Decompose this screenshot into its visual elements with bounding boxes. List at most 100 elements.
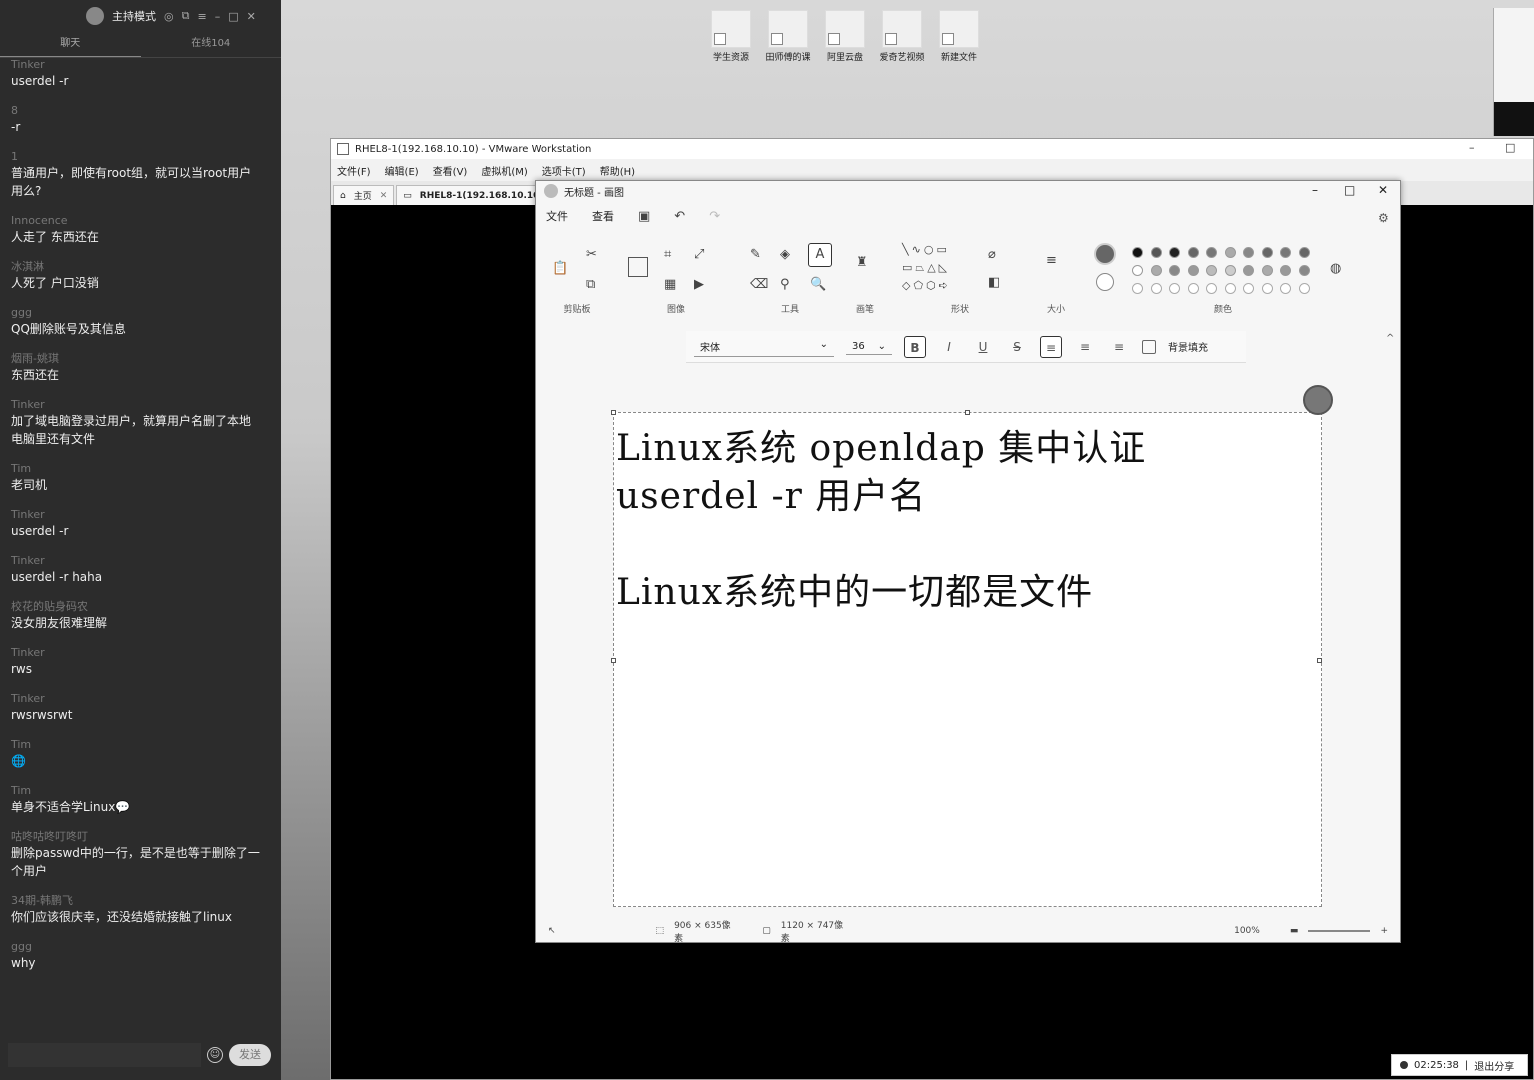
color-swatch[interactable] — [1243, 247, 1254, 258]
rotate-icon[interactable]: ▶ — [694, 277, 704, 292]
redo-icon[interactable]: ↷ — [709, 209, 720, 224]
menu-file[interactable]: 文件 — [546, 208, 568, 224]
color-swatch[interactable] — [1261, 265, 1273, 276]
background-window[interactable] — [1493, 8, 1534, 136]
align-left-icon[interactable]: ≡ — [1040, 335, 1062, 358]
brush-icon[interactable]: ♜ — [856, 255, 868, 270]
color1-swatch[interactable] — [1094, 243, 1116, 265]
custom-color-swatch[interactable] — [1187, 283, 1199, 294]
desktop-shortcut[interactable]: 阿里云盘 — [816, 10, 874, 63]
resize-icon[interactable]: ⤢ — [694, 247, 704, 262]
outline-icon[interactable]: ⌀ — [988, 247, 996, 262]
font-select[interactable]: 宋体 ⌄ — [694, 337, 834, 357]
menu-view[interactable]: 查看 — [592, 208, 614, 224]
paint-minimize-icon[interactable]: – — [1312, 183, 1318, 197]
zoom-in-icon[interactable]: + — [1380, 926, 1388, 936]
paint-close-icon[interactable]: ✕ — [1378, 183, 1388, 197]
menu-edit[interactable]: 编辑(E) — [385, 163, 419, 178]
color-swatch[interactable] — [1206, 247, 1217, 258]
menu-help[interactable]: 帮助(H) — [600, 163, 635, 178]
cut-icon[interactable]: ✂ — [586, 247, 597, 262]
send-button[interactable]: 发送 — [229, 1044, 271, 1066]
save-icon[interactable]: ▣ — [638, 209, 650, 224]
background-fill-checkbox[interactable] — [1142, 339, 1156, 354]
drawing-canvas[interactable]: Linux系统 openldap 集中认证 userdel -r 用户名 Lin… — [611, 410, 1322, 907]
italic-icon[interactable]: I — [938, 336, 960, 358]
color-swatch[interactable] — [1298, 265, 1310, 276]
picker-icon[interactable]: ⚲ — [780, 277, 790, 292]
color-swatch[interactable] — [1206, 265, 1217, 276]
crop-icon[interactable]: ⌗ — [664, 247, 671, 262]
close-icon[interactable]: ✕ — [247, 10, 256, 23]
popout-icon[interactable]: ⧉ — [182, 9, 190, 23]
underline-icon[interactable]: U — [972, 336, 994, 358]
fill-icon[interactable]: ◈ — [780, 247, 790, 262]
color-swatch[interactable] — [1150, 247, 1162, 258]
emoji-icon[interactable]: ☺ — [207, 1047, 223, 1063]
exit-share-button[interactable]: 退出分享 — [1474, 1058, 1514, 1073]
undo-icon[interactable]: ↶ — [674, 209, 685, 224]
menu-icon[interactable]: ≡ — [197, 10, 206, 23]
color-swatch[interactable] — [1298, 247, 1310, 258]
color-swatch[interactable] — [1224, 265, 1236, 276]
color-swatch[interactable] — [1280, 265, 1291, 276]
pencil-icon[interactable]: ✎ — [750, 247, 761, 262]
shapes-row1-icon[interactable]: ╲∿○▭ — [902, 243, 950, 256]
color-swatch[interactable] — [1187, 265, 1199, 276]
paste-icon[interactable]: 📋 — [552, 261, 568, 276]
text-tool-icon[interactable]: A — [808, 243, 832, 267]
align-right-icon[interactable]: ≡ — [1108, 336, 1130, 358]
custom-color-swatch[interactable] — [1298, 283, 1310, 294]
menu-tabs[interactable]: 选项卡(T) — [542, 163, 586, 178]
color2-swatch[interactable] — [1096, 273, 1114, 291]
color-swatch[interactable] — [1150, 265, 1162, 276]
desktop-shortcut[interactable]: 新建文件 — [930, 10, 988, 63]
desktop-shortcut[interactable]: 爱奇艺视频 — [873, 10, 931, 63]
tab-chat[interactable]: 聊天 — [0, 32, 141, 57]
image-icon[interactable]: ▦ — [664, 277, 676, 292]
maximize-icon[interactable]: □ — [228, 10, 238, 23]
color-swatch[interactable] — [1169, 265, 1180, 276]
desktop-shortcut[interactable]: 学生资源 — [702, 10, 760, 63]
tab-home[interactable]: ⌂ 主页 ✕ — [333, 185, 395, 205]
color-swatch[interactable] — [1243, 265, 1254, 276]
tab-online[interactable]: 在线104 — [141, 32, 282, 57]
color-swatch[interactable] — [1261, 247, 1273, 258]
size-icon[interactable]: ≡ — [1046, 253, 1057, 268]
select-icon[interactable] — [628, 257, 648, 277]
color-swatch[interactable] — [1132, 247, 1143, 258]
align-center-icon[interactable]: ≡ — [1074, 336, 1096, 358]
color-swatch[interactable] — [1280, 247, 1291, 258]
strikethrough-icon[interactable]: S — [1006, 336, 1028, 358]
menu-vm[interactable]: 虚拟机(M) — [481, 163, 527, 178]
eraser-icon[interactable]: ⌫ — [750, 277, 768, 292]
custom-color-swatch[interactable] — [1243, 283, 1254, 294]
zoom-slider[interactable] — [1308, 930, 1371, 932]
desktop-shortcut[interactable]: 田师傅的课 — [759, 10, 817, 63]
menu-file[interactable]: 文件(F) — [337, 163, 371, 178]
resize-handle[interactable] — [965, 410, 970, 415]
shapes-row3-icon[interactable]: ◇⬠⬡➪ — [902, 279, 951, 292]
custom-color-swatch[interactable] — [1132, 283, 1143, 294]
zoom-out-icon[interactable]: ▬ — [1290, 926, 1299, 936]
settings-icon[interactable]: ◎ — [164, 10, 174, 23]
minimize-icon[interactable]: – — [215, 10, 221, 23]
custom-color-swatch[interactable] — [1150, 283, 1162, 294]
font-size-select[interactable]: 36 ⌄ — [846, 339, 892, 355]
resize-handle[interactable] — [1317, 658, 1322, 663]
color-swatch[interactable] — [1187, 247, 1199, 258]
vmware-minimize-icon[interactable]: – — [1469, 141, 1475, 154]
custom-color-swatch[interactable] — [1261, 283, 1273, 294]
resize-handle[interactable] — [611, 658, 616, 663]
menu-view[interactable]: 查看(V) — [433, 163, 468, 178]
rotate-handle[interactable] — [1303, 385, 1333, 415]
paint-maximize-icon[interactable]: □ — [1344, 183, 1355, 197]
custom-color-swatch[interactable] — [1224, 283, 1236, 294]
shape-fill-icon[interactable]: ◧ — [988, 275, 1000, 290]
copy-icon[interactable]: ⧉ — [586, 277, 595, 292]
chat-input[interactable] — [8, 1043, 201, 1067]
custom-color-swatch[interactable] — [1280, 283, 1291, 294]
zoom-icon[interactable]: 🔍 — [810, 277, 826, 292]
custom-color-swatch[interactable] — [1206, 283, 1217, 294]
settings-icon[interactable]: ⚙ — [1378, 211, 1389, 225]
